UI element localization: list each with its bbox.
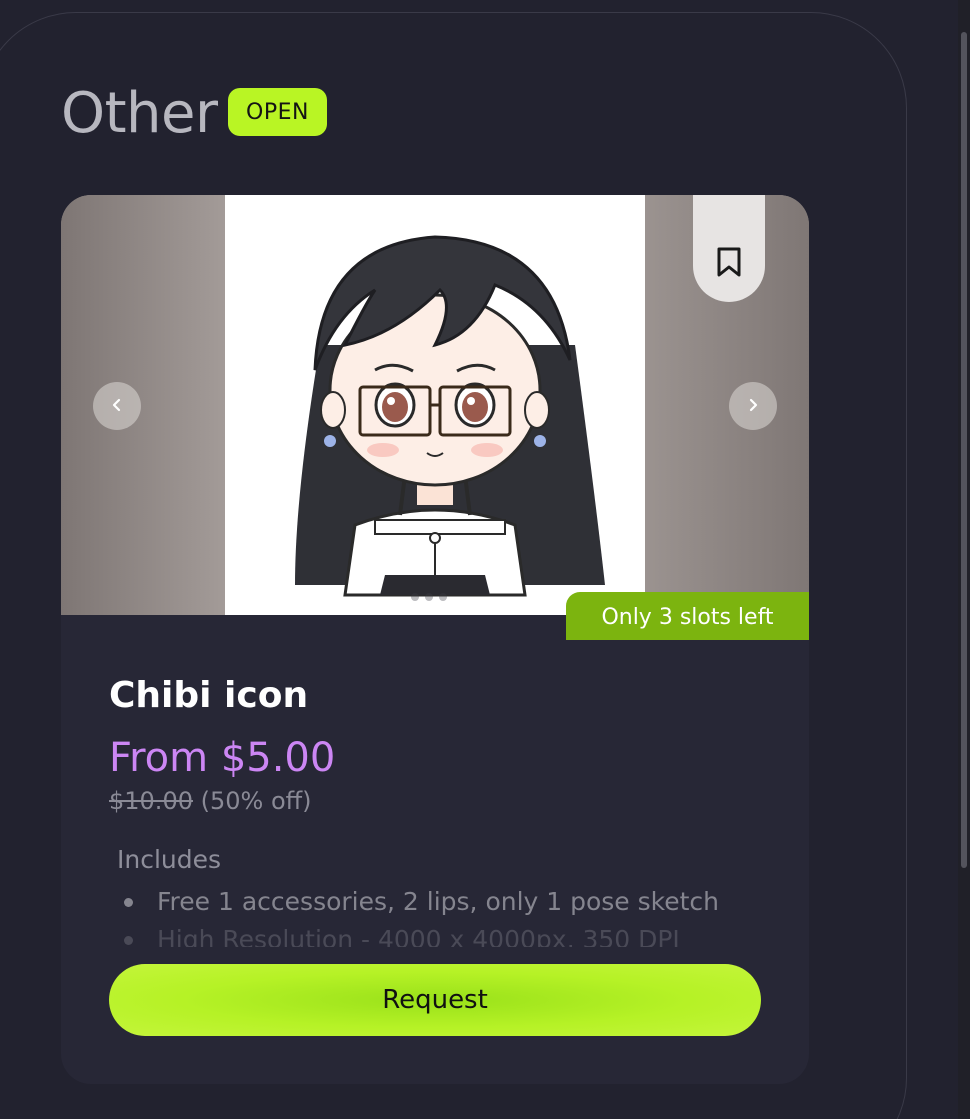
bookmark-icon [716,246,742,282]
gallery-dot[interactable] [439,593,447,601]
page: Other OPEN Only 3 slots left Chibi icon … [0,0,970,1119]
original-price: $10.00 [109,787,193,815]
includes-label: Includes [117,845,222,874]
gallery-next-button[interactable] [729,382,777,430]
discount-label: (50% off) [200,787,312,815]
card-title: Chibi icon [109,675,309,716]
includes-list: Free 1 accessories, 2 lips, only 1 pose … [117,883,757,947]
original-price-row: $10.00 (50% off) [109,786,312,816]
gallery-prev-button[interactable] [93,382,141,430]
section-title: Other [61,81,218,146]
includes-item: Free 1 accessories, 2 lips, only 1 pose … [117,883,757,921]
scrollbar[interactable] [958,0,970,1119]
slots-badge: Only 3 slots left [566,592,809,640]
bookmark-button[interactable] [693,195,765,302]
image-gallery [61,195,809,615]
status-badge: OPEN [228,88,327,136]
gallery-dot[interactable] [425,593,433,601]
gallery-dot[interactable] [411,593,419,601]
gallery-dots [411,593,447,601]
artwork-image[interactable] [225,195,645,615]
scrollbar-thumb[interactable] [961,32,967,868]
request-button[interactable]: Request [109,964,761,1036]
chevron-left-icon [110,397,124,416]
includes-item: High Resolution - 4000 x 4000px, 350 DPI [117,921,757,947]
chevron-right-icon [746,397,760,416]
commission-card[interactable]: Only 3 slots left Chibi icon From $5.00 … [61,195,809,1084]
price: From $5.00 [109,735,336,781]
